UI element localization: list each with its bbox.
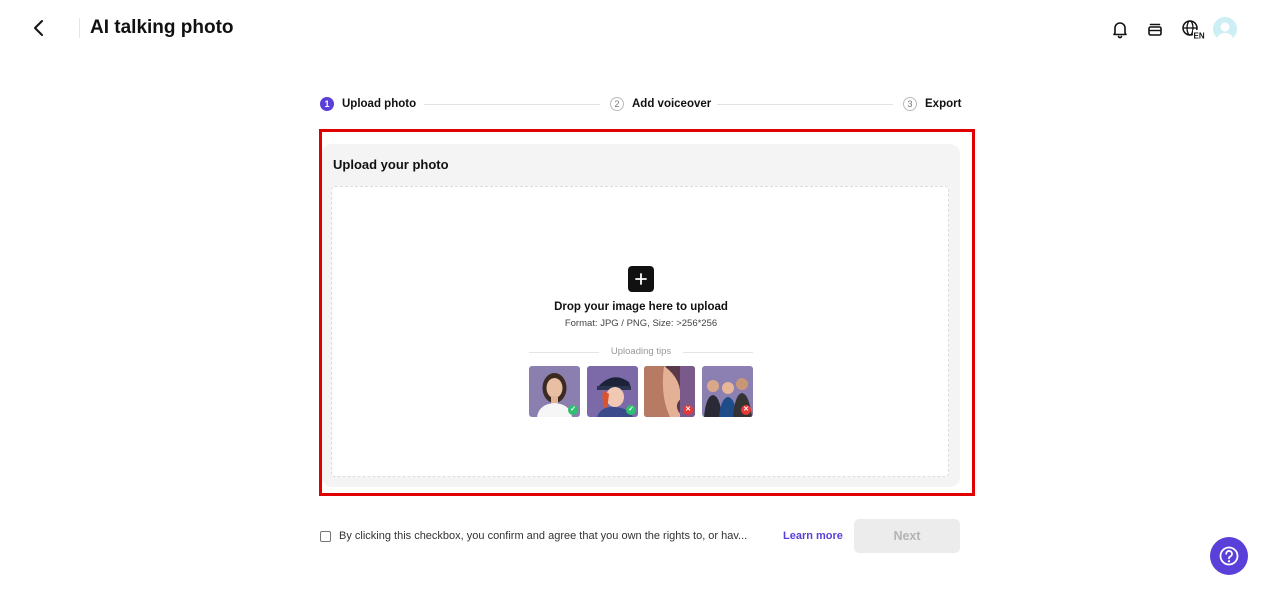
step-connector: [717, 104, 893, 105]
top-header: AI talking photo EN: [0, 0, 1279, 58]
step-upload-photo: 1 Upload photo: [320, 95, 416, 113]
next-button[interactable]: Next: [854, 519, 960, 553]
step-label: Export: [925, 98, 962, 110]
consent-row: By clicking this checkbox, you confirm a…: [320, 529, 747, 543]
step-export: 3 Export: [903, 95, 961, 113]
step-number: 3: [903, 97, 917, 111]
header-divider: [79, 18, 80, 38]
avatar[interactable]: [1213, 17, 1237, 41]
step-connector: [424, 104, 600, 105]
step-label: Upload photo: [342, 98, 417, 110]
stepper: 1 Upload photo 2 Add voiceover 3 Export: [320, 95, 961, 113]
help-button[interactable]: [1210, 537, 1248, 575]
question-icon: [1219, 546, 1239, 566]
consent-text: By clicking this checkbox, you confirm a…: [339, 530, 748, 542]
step-label: Add voiceover: [632, 98, 712, 110]
upload-highlight-frame: [319, 129, 975, 496]
back-arrow-icon[interactable]: [28, 16, 50, 40]
learn-more-link[interactable]: Learn more: [783, 530, 843, 542]
step-number: 1: [320, 97, 334, 111]
consent-checkbox[interactable]: [320, 530, 331, 542]
step-number: 2: [610, 97, 624, 111]
bell-icon[interactable]: [1108, 17, 1132, 41]
language-code: EN: [1194, 32, 1205, 41]
page-title: AI talking photo: [90, 17, 234, 38]
stack-icon[interactable]: [1143, 17, 1167, 41]
globe-icon[interactable]: EN: [1179, 17, 1207, 41]
step-add-voiceover: 2 Add voiceover: [610, 95, 711, 113]
